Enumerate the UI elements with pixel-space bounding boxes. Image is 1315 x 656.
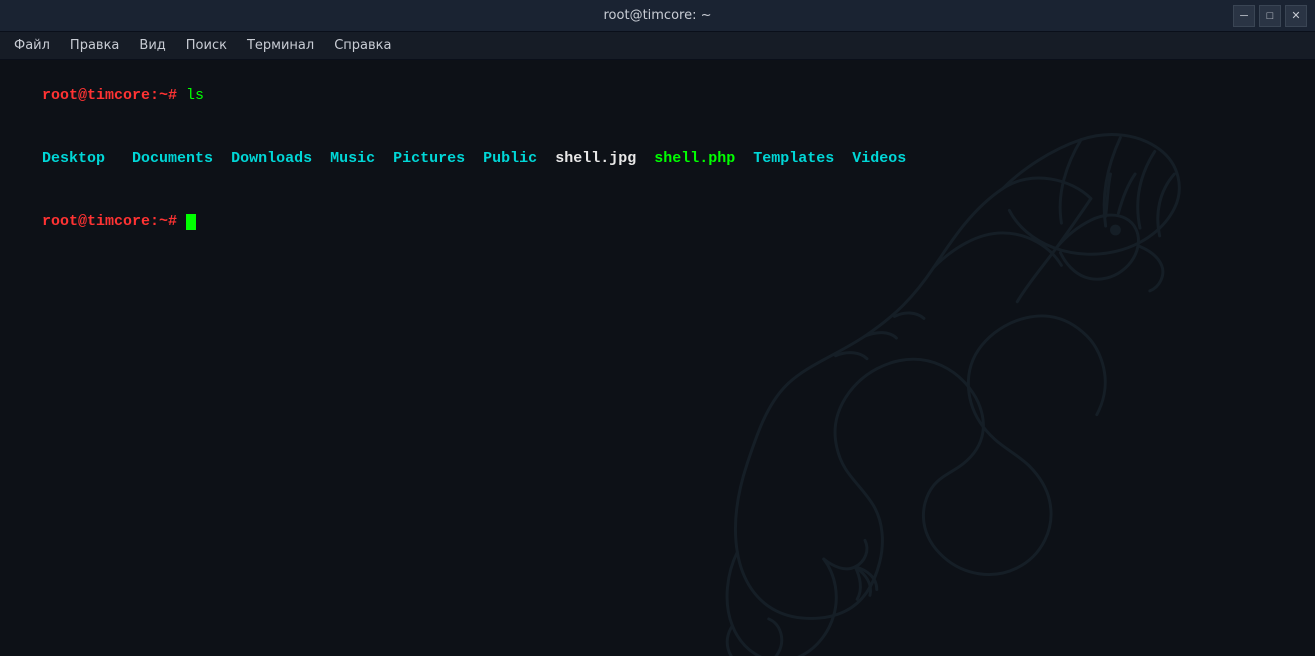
- prompt-2: root@timcore:~#: [42, 213, 177, 230]
- menu-help[interactable]: Справка: [324, 36, 401, 55]
- titlebar-title: root@timcore: ~: [604, 8, 712, 23]
- ls-item-downloads: Downloads: [231, 150, 312, 167]
- close-button[interactable]: ✕: [1285, 5, 1307, 27]
- cursor: [186, 214, 196, 230]
- menu-terminal[interactable]: Терминал: [237, 36, 324, 55]
- ls-output-line: Desktop Documents Downloads Music Pictur…: [6, 127, 1309, 190]
- ls-item-shelljpg: shell.jpg: [555, 150, 636, 167]
- titlebar-controls: ─ □ ✕: [1233, 5, 1307, 27]
- cursor-space: [177, 213, 186, 230]
- ls-item-videos: Videos: [852, 150, 906, 167]
- ls-item-shellphp: shell.php: [654, 150, 735, 167]
- menu-file[interactable]: Файл: [4, 36, 60, 55]
- ls-item-pictures: Pictures: [393, 150, 465, 167]
- ls-item-public: Public: [483, 150, 537, 167]
- menu-edit[interactable]: Правка: [60, 36, 129, 55]
- ls-item-documents: Documents: [132, 150, 213, 167]
- menubar: Файл Правка Вид Поиск Терминал Справка: [0, 32, 1315, 60]
- terminal-area[interactable]: root@timcore:~# ls Desktop Documents Dow…: [0, 60, 1315, 656]
- terminal-line-1: root@timcore:~# ls: [6, 64, 1309, 127]
- ls-item-music: Music: [330, 150, 375, 167]
- maximize-button[interactable]: □: [1259, 5, 1281, 27]
- ls-item-desktop: Desktop: [42, 150, 105, 167]
- ls-item-templates: Templates: [753, 150, 834, 167]
- prompt-1: root@timcore:~#: [42, 87, 177, 104]
- minimize-button[interactable]: ─: [1233, 5, 1255, 27]
- terminal-line-3: root@timcore:~#: [6, 190, 1309, 253]
- menu-view[interactable]: Вид: [129, 36, 175, 55]
- menu-search[interactable]: Поиск: [176, 36, 237, 55]
- titlebar: root@timcore: ~ ─ □ ✕: [0, 0, 1315, 32]
- cmd-ls: ls: [177, 87, 204, 104]
